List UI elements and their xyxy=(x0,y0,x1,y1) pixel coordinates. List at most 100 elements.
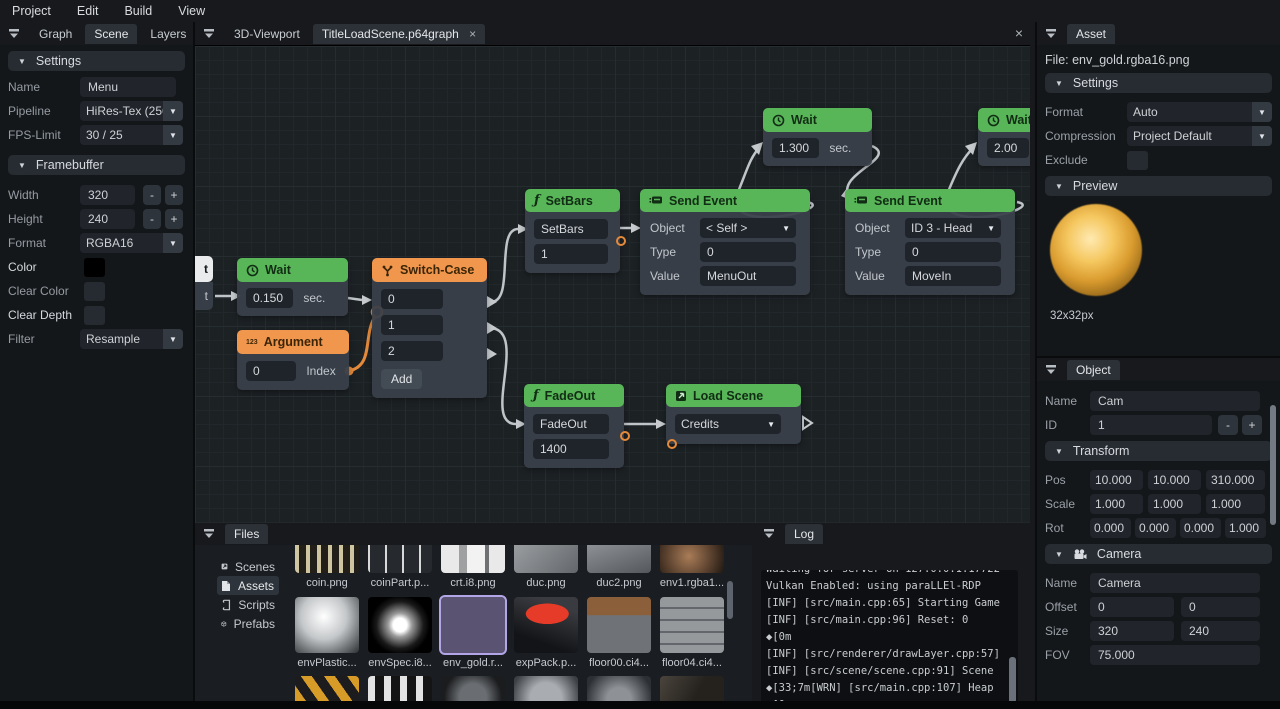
settings-section-header[interactable]: ▼ Settings xyxy=(8,51,185,71)
asset-thumbnail[interactable] xyxy=(514,545,578,573)
sidebar-item-scripts[interactable]: Scripts xyxy=(217,595,279,614)
menu-build[interactable]: Build xyxy=(124,4,152,18)
offset-x-field[interactable]: 0 xyxy=(1090,597,1174,617)
object-name-field[interactable]: Cam xyxy=(1090,391,1260,411)
clear-depth-checkbox[interactable] xyxy=(84,306,105,325)
asset-compression-dropdown[interactable]: Project Default ▼ xyxy=(1127,126,1272,146)
rot-y-field[interactable]: 0.000 xyxy=(1135,518,1176,538)
fov-field[interactable]: 75.000 xyxy=(1090,645,1260,665)
sidebar-item-prefabs[interactable]: Prefabs xyxy=(217,614,279,633)
pos-z-field[interactable]: 310.000 xyxy=(1206,470,1265,490)
size-height-field[interactable]: 240 xyxy=(1181,621,1260,641)
scale-y-field[interactable]: 1.000 xyxy=(1148,494,1201,514)
fadeout-output-port[interactable] xyxy=(620,431,630,441)
asset-preview-header[interactable]: ▼ Preview xyxy=(1045,176,1272,196)
tab-log[interactable]: Log xyxy=(785,524,823,544)
setbars-function-field[interactable]: SetBars xyxy=(534,219,608,239)
asset-settings-header[interactable]: ▼ Settings xyxy=(1045,73,1272,93)
wait-seconds-field[interactable]: 1.300 xyxy=(772,138,819,158)
log-output[interactable]: Waiting for server on 127.0.0.1:17722 Vu… xyxy=(761,570,1018,701)
menu-view[interactable]: View xyxy=(178,4,205,18)
id-increment-button[interactable]: + xyxy=(1242,415,1262,435)
setbars-arg-field[interactable]: 1 xyxy=(534,244,608,264)
asset-thumbnail[interactable] xyxy=(368,545,432,573)
tab-graph[interactable]: Graph xyxy=(30,24,81,44)
switch-case-1-field[interactable]: 1 xyxy=(381,315,443,335)
asset-thumbnail[interactable] xyxy=(514,597,578,653)
tab-asset[interactable]: Asset xyxy=(1067,24,1115,44)
rot-z-field[interactable]: 0.000 xyxy=(1180,518,1221,538)
menu-edit[interactable]: Edit xyxy=(77,4,99,18)
scene-name-field[interactable]: Menu xyxy=(80,77,176,97)
load-scene-port[interactable] xyxy=(667,439,677,449)
asset-thumbnail[interactable] xyxy=(368,676,432,701)
node-switch-case[interactable]: Switch-Case 0 1 2 Add xyxy=(372,258,487,398)
node-fadeout[interactable]: ƒ FadeOut FadeOut 1400 xyxy=(524,384,624,468)
argument-index-field[interactable]: 0 xyxy=(246,361,296,381)
menu-project[interactable]: Project xyxy=(12,4,51,18)
setbars-output-port[interactable] xyxy=(616,236,626,246)
files-scrollbar[interactable] xyxy=(727,581,733,619)
node-setbars[interactable]: ƒ SetBars SetBars 1 xyxy=(525,189,620,273)
color-swatch[interactable] xyxy=(84,258,105,277)
node-wait-intro[interactable]: Wait 0.150 sec. xyxy=(237,258,348,316)
asset-thumbnail[interactable] xyxy=(660,597,724,653)
switch-case-0-field[interactable]: 0 xyxy=(381,289,443,309)
filter-icon[interactable] xyxy=(203,529,215,539)
format-dropdown[interactable]: RGBA16 ▼ xyxy=(80,233,183,253)
camera-section-header[interactable]: ▼ Camera xyxy=(1045,544,1272,564)
rot-w-field[interactable]: 1.000 xyxy=(1225,518,1266,538)
send-event-value-field[interactable]: MenuOut xyxy=(700,266,796,286)
inspector-scrollbar[interactable] xyxy=(1270,405,1276,525)
node-load-scene[interactable]: Load Scene Credits▼ xyxy=(666,384,801,444)
asset-thumbnail[interactable] xyxy=(441,545,505,573)
node-send-event-2[interactable]: Send Event Object ID 3 - Head▼ Type 0 V xyxy=(845,189,1015,295)
height-field[interactable]: 240 xyxy=(80,209,135,229)
clear-color-checkbox[interactable] xyxy=(84,282,105,301)
load-scene-dropdown[interactable]: Credits▼ xyxy=(675,414,781,434)
asset-thumbnail-selected[interactable] xyxy=(441,597,505,653)
asset-thumbnail[interactable] xyxy=(660,676,724,701)
tab-titleloadscene[interactable]: TitleLoadScene.p64graph × xyxy=(313,24,485,44)
send-event-type-field[interactable]: 0 xyxy=(700,242,796,262)
transform-section-header[interactable]: ▼ Transform xyxy=(1045,441,1272,461)
height-decrement-button[interactable]: - xyxy=(143,209,161,229)
tab-object[interactable]: Object xyxy=(1067,360,1120,380)
filter-dropdown[interactable]: Resample ▼ xyxy=(80,329,183,349)
tab-files[interactable]: Files xyxy=(225,524,268,544)
asset-thumbnail[interactable] xyxy=(295,597,359,653)
filter-icon[interactable] xyxy=(1045,29,1057,39)
asset-thumbnail[interactable] xyxy=(587,676,651,701)
asset-thumbnail[interactable] xyxy=(368,597,432,653)
fadeout-function-field[interactable]: FadeOut xyxy=(533,414,609,434)
pos-y-field[interactable]: 10.000 xyxy=(1148,470,1201,490)
asset-format-dropdown[interactable]: Auto ▼ xyxy=(1127,102,1272,122)
fadeout-arg-field[interactable]: 1400 xyxy=(533,439,609,459)
send-event-type-field[interactable]: 0 xyxy=(905,242,1001,262)
width-decrement-button[interactable]: - xyxy=(143,185,161,205)
tab-3d-viewport[interactable]: 3D-Viewport xyxy=(225,24,309,44)
width-field[interactable]: 320 xyxy=(80,185,135,205)
camera-name-field[interactable]: Camera xyxy=(1090,573,1260,593)
tab-scene[interactable]: Scene xyxy=(85,24,137,44)
id-decrement-button[interactable]: - xyxy=(1218,415,1238,435)
switch-case-2-field[interactable]: 2 xyxy=(381,341,443,361)
height-increment-button[interactable]: + xyxy=(165,209,183,229)
close-tab-icon[interactable]: × xyxy=(469,27,476,41)
filter-icon[interactable] xyxy=(763,529,775,539)
wait-seconds-field[interactable]: 0.150 xyxy=(246,288,293,308)
framebuffer-section-header[interactable]: ▼ Framebuffer xyxy=(8,155,185,175)
node-wait-clipped[interactable]: Wait 2.00 xyxy=(978,108,1030,166)
send-event-value-field[interactable]: MoveIn xyxy=(905,266,1001,286)
close-panel-icon[interactable]: × xyxy=(1015,25,1023,41)
scale-z-field[interactable]: 1.000 xyxy=(1206,494,1265,514)
node-argument[interactable]: 123 Argument 0 Index xyxy=(237,330,349,390)
sidebar-item-scenes[interactable]: Scenes xyxy=(217,557,279,576)
filter-icon[interactable] xyxy=(203,29,215,39)
send-event-object-dropdown[interactable]: < Self >▼ xyxy=(700,218,796,238)
send-event-object-dropdown[interactable]: ID 3 - Head▼ xyxy=(905,218,1001,238)
pipeline-dropdown[interactable]: HiRes-Tex (256 ▼ xyxy=(80,101,183,121)
node-clipped[interactable]: t t xyxy=(195,256,213,310)
asset-thumbnail[interactable] xyxy=(587,597,651,653)
filter-icon[interactable] xyxy=(8,29,20,39)
